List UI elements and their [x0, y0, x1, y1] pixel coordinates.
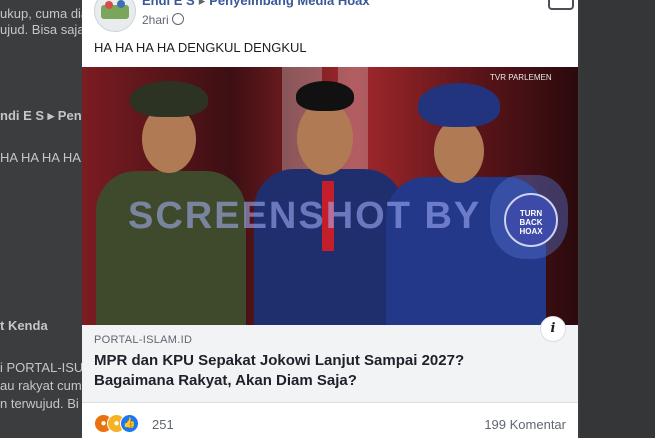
post-header: Endi E S ▸ Penyeimbang Media Hoax 2hari: [82, 0, 578, 34]
background-line: ujud. Bisa saja: [0, 22, 85, 37]
like-reaction-icon: 👍: [120, 414, 139, 433]
group-separator-icon: ▸: [198, 0, 206, 8]
badge-text: TURN BACK HOAX: [519, 209, 543, 236]
background-line: au rakyat cum: [0, 378, 82, 393]
post-card: Endi E S ▸ Penyeimbang Media Hoax 2hari HA…: [82, 0, 578, 438]
group-name[interactable]: Penyeimbang Media Hoax: [209, 0, 369, 8]
person-face: [434, 119, 484, 183]
reaction-count[interactable]: 251: [152, 417, 174, 432]
person-face: [297, 101, 353, 175]
tv-logo: TVR PARLEMEN: [490, 73, 552, 82]
background-line: t Kenda: [0, 318, 48, 333]
person-cap: [130, 81, 208, 117]
link-domain: PORTAL-ISLAM.ID: [94, 334, 193, 346]
comment-count[interactable]: 199 Komentar: [484, 417, 566, 432]
more-options-button[interactable]: [548, 0, 574, 10]
post-footer: ● ● 👍 251 199 Komentar: [82, 402, 578, 438]
post-meta: 2hari: [142, 13, 184, 27]
person-cap: [296, 81, 354, 111]
turnbackhoax-badge: TURN BACK HOAX: [490, 175, 568, 259]
post-image[interactable]: TVR PARLEMEN SCREENSHOT BY TURN BACK HOA…: [82, 67, 578, 325]
avatar[interactable]: [94, 0, 136, 32]
background-right-column: [580, 0, 655, 438]
background-line: i PORTAL-ISU: [0, 360, 84, 375]
background-line: n terwujud. Bi: [0, 396, 79, 411]
background-line: HA HA HA HA: [0, 150, 81, 165]
link-preview[interactable]: PORTAL-ISLAM.ID MPR dan KPU Sepakat Joko…: [82, 325, 578, 403]
post-text: HA HA HA HA DENGKUL DENGKUL: [94, 40, 307, 55]
info-icon[interactable]: i: [540, 316, 566, 342]
image-watermark: SCREENSHOT BY: [128, 195, 482, 237]
background-line: ndi E S ▸ Peny: [0, 108, 89, 123]
globe-icon: [171, 13, 184, 25]
post-author-line: Endi E S ▸ Penyeimbang Media Hoax: [142, 0, 370, 9]
author-name[interactable]: Endi E S: [142, 0, 195, 8]
post-time[interactable]: 2hari: [142, 13, 169, 27]
person-cap: [418, 83, 500, 127]
link-headline[interactable]: MPR dan KPU Sepakat Jokowi Lanjut Sampai…: [94, 351, 534, 391]
